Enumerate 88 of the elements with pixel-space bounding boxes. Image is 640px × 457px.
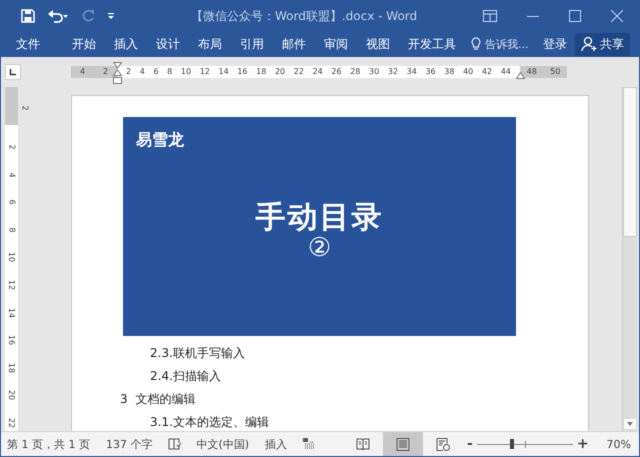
toc-entry: 2.3.联机手写输入: [149, 345, 246, 362]
book-icon: [356, 438, 370, 450]
redo-icon: [81, 9, 95, 23]
ruler-number: 16: [237, 66, 248, 78]
close-icon[interactable]: [611, 10, 623, 22]
ribbon-tab[interactable]: 视图: [357, 36, 399, 52]
ribbon-tab[interactable]: 开始: [63, 36, 105, 52]
lightbulb-icon: [471, 37, 481, 51]
ruler-number: 24: [312, 66, 323, 78]
tell-me-field[interactable]: 告诉我...: [485, 38, 537, 50]
ribbon-tab[interactable]: 邮件: [273, 36, 315, 52]
ruler-number: 40: [463, 66, 474, 78]
word-count[interactable]: 137 个字: [106, 436, 152, 452]
scroll-down-icon[interactable]: [624, 419, 636, 429]
ruler-number: 2: [8, 144, 16, 150]
undo-icon[interactable]: [47, 9, 69, 23]
person-add-icon: [581, 36, 597, 52]
ruler-number: 10: [180, 66, 192, 78]
ribbon-tab[interactable]: 插入: [105, 36, 147, 52]
maximize-icon[interactable]: [569, 10, 581, 22]
ruler-number: 2: [126, 66, 132, 78]
ruler-number: 12: [200, 66, 210, 78]
ruler-number: 6: [8, 200, 16, 205]
ruler-number: 4: [80, 66, 86, 78]
ruler-number: 14: [8, 307, 16, 318]
ruler-number: 4: [140, 66, 145, 78]
ribbon-tab[interactable]: 审阅: [315, 36, 357, 52]
tab-stop-icon: [9, 68, 17, 76]
customize-icon[interactable]: [107, 12, 115, 20]
ruler-number: 16: [8, 335, 16, 346]
sign-in-link[interactable]: 登录: [537, 36, 573, 52]
ruler-number: 48: [526, 66, 537, 78]
scrollbar[interactable]: [622, 87, 637, 431]
zoom-out-button[interactable]: -: [463, 436, 477, 452]
brand-logo: 易雪龙: [136, 130, 184, 151]
ribbon-tab[interactable]: 布局: [189, 36, 231, 52]
page-count[interactable]: 第 1 页，共 1 页: [7, 436, 90, 452]
page-icon: [396, 438, 410, 450]
save-icon[interactable]: [21, 9, 35, 23]
print-layout-button[interactable]: [383, 432, 423, 456]
ribbon-tab[interactable]: 开发工具: [399, 36, 465, 52]
ruler-number: 36: [425, 66, 436, 78]
ruler-number: 10: [8, 252, 16, 262]
indent-marker[interactable]: [113, 62, 122, 84]
tab-selector[interactable]: [5, 64, 21, 80]
ruler-number: 38: [444, 66, 454, 78]
ruler-number: 14: [218, 66, 229, 78]
ruler-number: 18: [256, 66, 266, 78]
zoom-slider[interactable]: [476, 439, 573, 449]
ruler-number: 6: [153, 66, 159, 78]
ruler-number: 2: [102, 66, 108, 78]
toc-entry: 2.4.扫描输入: [149, 368, 222, 385]
ruler-number: 4: [8, 172, 16, 178]
ruler-number: 12: [8, 280, 16, 290]
macro-icon[interactable]: [303, 438, 316, 450]
ruler-number: 22: [8, 418, 16, 428]
insert-mode[interactable]: 插入: [265, 436, 288, 452]
scroll-thumb[interactable]: [623, 87, 637, 237]
ruler-number: 28: [350, 66, 360, 78]
share-button[interactable]: 共享: [575, 32, 630, 56]
ribbon-tab[interactable]: 设计: [147, 36, 189, 52]
ruler-number: 26: [331, 66, 342, 78]
ruler-number: 32: [388, 66, 398, 78]
ruler-number: 22: [294, 66, 304, 78]
ruler-number: 8: [167, 66, 172, 78]
toc-entry: 3.1.文本的选定、编辑: [149, 414, 270, 431]
web-page-icon: [436, 438, 450, 450]
zoom-level[interactable]: 70%: [606, 438, 631, 450]
ribbon-tab[interactable]: 文件: [7, 36, 49, 52]
zoom-slider-thumb[interactable]: [510, 439, 514, 449]
ruler-number: 8: [8, 227, 16, 232]
ruler-number: 20: [274, 66, 286, 78]
toc-entry: 3 文档的编辑: [120, 391, 196, 408]
language-indicator[interactable]: 中文(中国): [196, 436, 250, 452]
ruler-number: 50: [550, 66, 560, 78]
ruler-number: 42: [482, 66, 492, 78]
ribbon-display-icon[interactable]: [483, 10, 497, 22]
right-indent-marker[interactable]: [516, 72, 525, 79]
ruler-number: 20: [8, 390, 16, 400]
ribbon-tab[interactable]: 引用: [231, 36, 273, 52]
ruler-number: 18: [8, 362, 16, 373]
ruler-number: 30: [369, 66, 380, 78]
window-title: 【微信公众号：Word联盟】.docx - Word: [191, 8, 418, 24]
ruler-number: 2: [20, 105, 28, 111]
ruler-number: 44: [500, 66, 511, 78]
ruler-number: 34: [406, 66, 417, 78]
proofing-icon[interactable]: [168, 438, 182, 450]
zoom-in-button[interactable]: +: [572, 436, 593, 452]
